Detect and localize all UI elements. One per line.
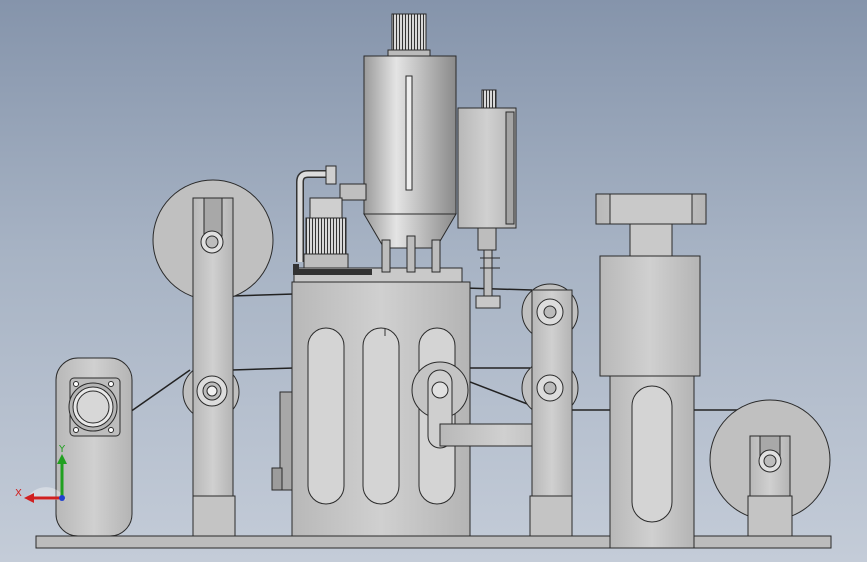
cad-viewport[interactable]: X Y <box>0 0 867 562</box>
z-axis-dot <box>59 495 65 501</box>
x-axis-label: X <box>15 488 22 499</box>
pinch-roll-column <box>521 283 579 537</box>
cutter-unit <box>457 89 517 309</box>
press-unit <box>595 193 707 549</box>
feed-motor-assembly <box>293 165 372 275</box>
base-plate <box>35 535 832 549</box>
y-axis-label: Y <box>58 444 66 455</box>
machine-assembly-drawing <box>35 13 832 549</box>
hopper-tank <box>363 13 457 273</box>
axis-triad: X Y <box>15 444 67 503</box>
rewind-roll-right <box>709 399 831 537</box>
feed-roll-upper-left <box>152 179 274 537</box>
